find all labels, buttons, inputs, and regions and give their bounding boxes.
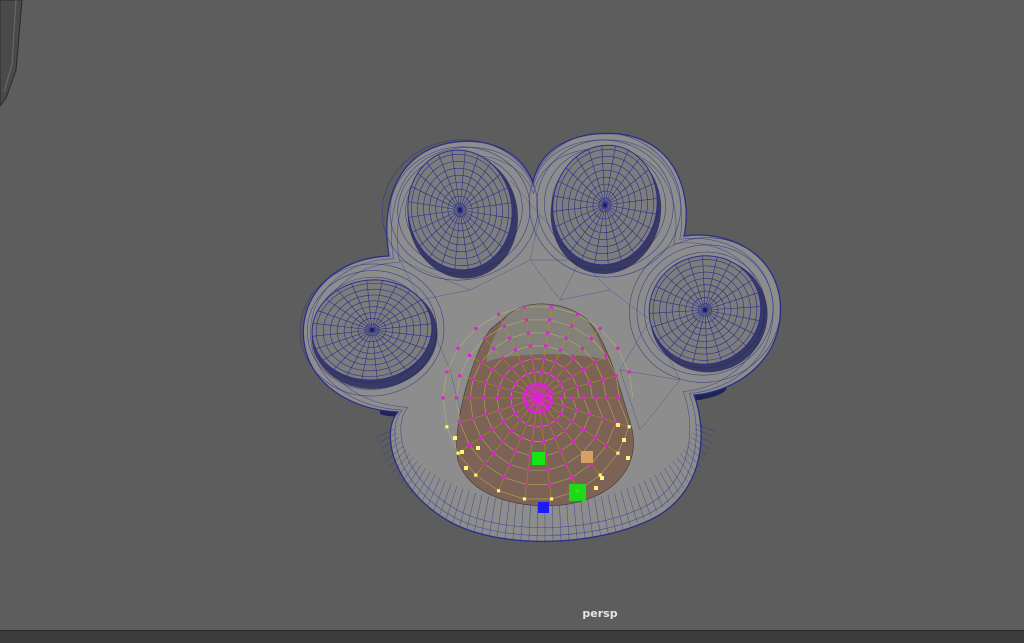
paw-mesh[interactable] [293,121,799,544]
viewport-scene[interactable] [0,0,1024,630]
time-slider-ticks [30,631,1024,643]
manipulator-green-handle-2[interactable] [569,484,586,501]
offscreen-object[interactable] [0,0,23,107]
manipulator-blue-handle[interactable] [538,502,549,513]
manipulator-tan-handle[interactable] [581,451,593,463]
time-slider[interactable] [0,630,1024,643]
manipulator-green-handle[interactable] [532,452,545,465]
perspective-viewport[interactable]: persp [0,0,1024,630]
camera-name-label: persp [582,607,618,620]
